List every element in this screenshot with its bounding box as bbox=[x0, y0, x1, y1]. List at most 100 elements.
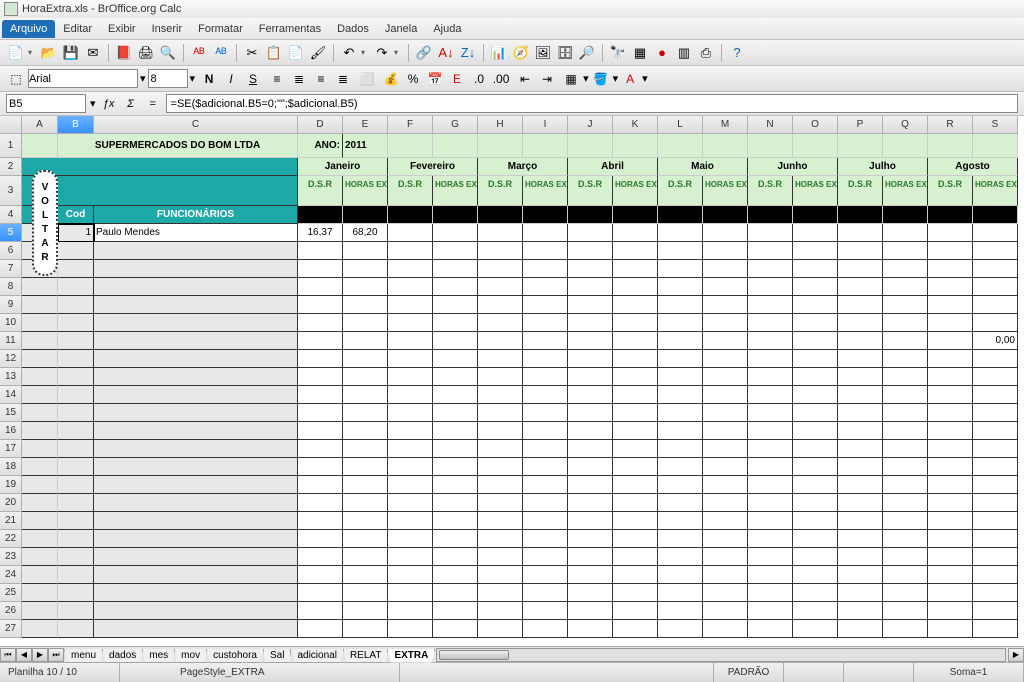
sum-display[interactable]: Soma=1 bbox=[914, 663, 1024, 682]
preview-icon[interactable]: 🔍 bbox=[158, 43, 178, 63]
month-Março[interactable]: Março bbox=[478, 158, 568, 176]
col-header-P[interactable]: P bbox=[838, 116, 883, 134]
menu-exibir[interactable]: Exibir bbox=[100, 20, 144, 38]
sheet-tab-mov[interactable]: mov bbox=[174, 649, 207, 663]
add-decimal-icon[interactable]: .0 bbox=[469, 69, 489, 89]
print-area-icon[interactable]: ⎙ bbox=[696, 43, 716, 63]
menu-inserir[interactable]: Inserir bbox=[144, 20, 191, 38]
record-icon[interactable]: ● bbox=[652, 43, 672, 63]
dsr-header[interactable]: D.S.R bbox=[478, 176, 523, 206]
col-header-J[interactable]: J bbox=[568, 116, 613, 134]
col-header-S[interactable]: S bbox=[973, 116, 1018, 134]
dsr-jan[interactable]: 16,37 bbox=[298, 224, 343, 242]
cut-icon[interactable]: ✂ bbox=[242, 43, 262, 63]
row-header-27[interactable]: 27 bbox=[0, 620, 22, 638]
autospell-icon[interactable]: ᴬᴮ bbox=[211, 43, 231, 63]
sheet-tab-adicional[interactable]: adicional bbox=[290, 649, 343, 663]
month-Maio[interactable]: Maio bbox=[658, 158, 748, 176]
spellcheck-icon[interactable]: ᴬᴮ bbox=[189, 43, 209, 63]
ano-value[interactable]: 2011 bbox=[343, 134, 388, 158]
row-header-14[interactable]: 14 bbox=[0, 386, 22, 404]
menu-ferramentas[interactable]: Ferramentas bbox=[251, 20, 329, 38]
gallery-icon[interactable]: 🖼 bbox=[533, 43, 553, 63]
menu-arquivo[interactable]: Arquivo bbox=[2, 20, 55, 38]
sheet-tab-Sal[interactable]: Sal bbox=[263, 649, 291, 663]
sum-icon[interactable]: Σ bbox=[122, 95, 140, 113]
zoom-icon[interactable]: 🔎 bbox=[577, 43, 597, 63]
align-center-icon[interactable]: ≣ bbox=[289, 69, 309, 89]
row-header-15[interactable]: 15 bbox=[0, 404, 22, 422]
row-header-25[interactable]: 25 bbox=[0, 584, 22, 602]
horas-header[interactable]: HORAS EXTRAS bbox=[973, 176, 1018, 206]
col-header-N[interactable]: N bbox=[748, 116, 793, 134]
col-header-F[interactable]: F bbox=[388, 116, 433, 134]
sheet-tab-RELAT[interactable]: RELAT bbox=[343, 649, 389, 663]
dsr-header[interactable]: D.S.R bbox=[658, 176, 703, 206]
currency-icon[interactable]: 💰 bbox=[381, 69, 401, 89]
month-Junho[interactable]: Junho bbox=[748, 158, 838, 176]
percent-icon[interactable]: % bbox=[403, 69, 423, 89]
row-header-3[interactable]: 3 bbox=[0, 176, 22, 206]
month-Fevereiro[interactable]: Fevereiro bbox=[388, 158, 478, 176]
col-header-E[interactable]: E bbox=[343, 116, 388, 134]
help-icon[interactable]: ? bbox=[727, 43, 747, 63]
row-header-12[interactable]: 12 bbox=[0, 350, 22, 368]
indent-dec-icon[interactable]: ⇤ bbox=[515, 69, 535, 89]
dsr-header[interactable]: D.S.R bbox=[388, 176, 433, 206]
row-header-26[interactable]: 26 bbox=[0, 602, 22, 620]
menu-ajuda[interactable]: Ajuda bbox=[425, 20, 469, 38]
scroll-right-icon[interactable]: ▶ bbox=[1008, 648, 1024, 662]
spreadsheet[interactable]: ABCDEFGHIJKLMNOPQRS1SUPERMERCADOS DO BOM… bbox=[0, 116, 1024, 646]
col-header-C[interactable]: C bbox=[94, 116, 298, 134]
cod-cell[interactable]: 1 bbox=[58, 224, 94, 242]
ano-label[interactable]: ANO: bbox=[298, 134, 343, 158]
link-icon[interactable]: 🔗 bbox=[414, 43, 434, 63]
headers-icon[interactable]: ▦ bbox=[630, 43, 650, 63]
bgcolor-icon[interactable]: 🪣 bbox=[591, 69, 611, 89]
horas-header[interactable]: HORAS EXTRAS bbox=[523, 176, 568, 206]
remove-decimal-icon[interactable]: .00 bbox=[491, 69, 511, 89]
col-header-corner[interactable] bbox=[0, 116, 22, 134]
horas-header[interactable]: HORAS EXTRAS bbox=[433, 176, 478, 206]
row-header-13[interactable]: 13 bbox=[0, 368, 22, 386]
col-header-K[interactable]: K bbox=[613, 116, 658, 134]
col-header-M[interactable]: M bbox=[703, 116, 748, 134]
col-header-I[interactable]: I bbox=[523, 116, 568, 134]
horizontal-scrollbar[interactable] bbox=[436, 648, 1006, 662]
col-header-L[interactable]: L bbox=[658, 116, 703, 134]
horas-header[interactable]: HORAS EXTRAS bbox=[883, 176, 928, 206]
save-icon[interactable]: 💾 bbox=[61, 43, 81, 63]
menu-janela[interactable]: Janela bbox=[377, 20, 425, 38]
month-Julho[interactable]: Julho bbox=[838, 158, 928, 176]
cod-header[interactable]: Cod bbox=[58, 206, 94, 224]
row-header-5[interactable]: 5 bbox=[0, 224, 22, 242]
menu-formatar[interactable]: Formatar bbox=[190, 20, 251, 38]
col-header-Q[interactable]: Q bbox=[883, 116, 928, 134]
row-header-19[interactable]: 19 bbox=[0, 476, 22, 494]
sort-asc-icon[interactable]: A↓ bbox=[436, 43, 456, 63]
font-size-select[interactable] bbox=[148, 69, 188, 88]
pdf-icon[interactable]: 📕 bbox=[114, 43, 134, 63]
sheet-tab-custohora[interactable]: custohora bbox=[206, 649, 264, 663]
dsr-header[interactable]: D.S.R bbox=[298, 176, 343, 206]
horas-jan[interactable]: 68,20 bbox=[343, 224, 388, 242]
col-header-B[interactable]: B bbox=[58, 116, 94, 134]
insert-mode[interactable]: PADRÃO bbox=[714, 663, 784, 682]
exp-icon[interactable]: E bbox=[447, 69, 467, 89]
tab-first-icon[interactable]: ⏮ bbox=[0, 648, 16, 662]
chart-icon[interactable]: 📊 bbox=[489, 43, 509, 63]
align-justify-icon[interactable]: ≣ bbox=[333, 69, 353, 89]
fontcolor-icon[interactable]: A bbox=[620, 69, 640, 89]
datasource-icon[interactable]: 🗄 bbox=[555, 43, 575, 63]
company-name[interactable]: SUPERMERCADOS DO BOM LTDA bbox=[58, 134, 298, 158]
row-header-22[interactable]: 22 bbox=[0, 530, 22, 548]
row-header-9[interactable]: 9 bbox=[0, 296, 22, 314]
indent-inc-icon[interactable]: ⇥ bbox=[537, 69, 557, 89]
underline-button[interactable]: S bbox=[243, 69, 263, 89]
copy-icon[interactable]: 📋 bbox=[264, 43, 284, 63]
open-icon[interactable]: 📂 bbox=[39, 43, 59, 63]
dsr-header[interactable]: D.S.R bbox=[838, 176, 883, 206]
row-header-24[interactable]: 24 bbox=[0, 566, 22, 584]
print-icon[interactable]: 🖨 bbox=[136, 43, 156, 63]
equals-icon[interactable]: = bbox=[144, 95, 162, 113]
